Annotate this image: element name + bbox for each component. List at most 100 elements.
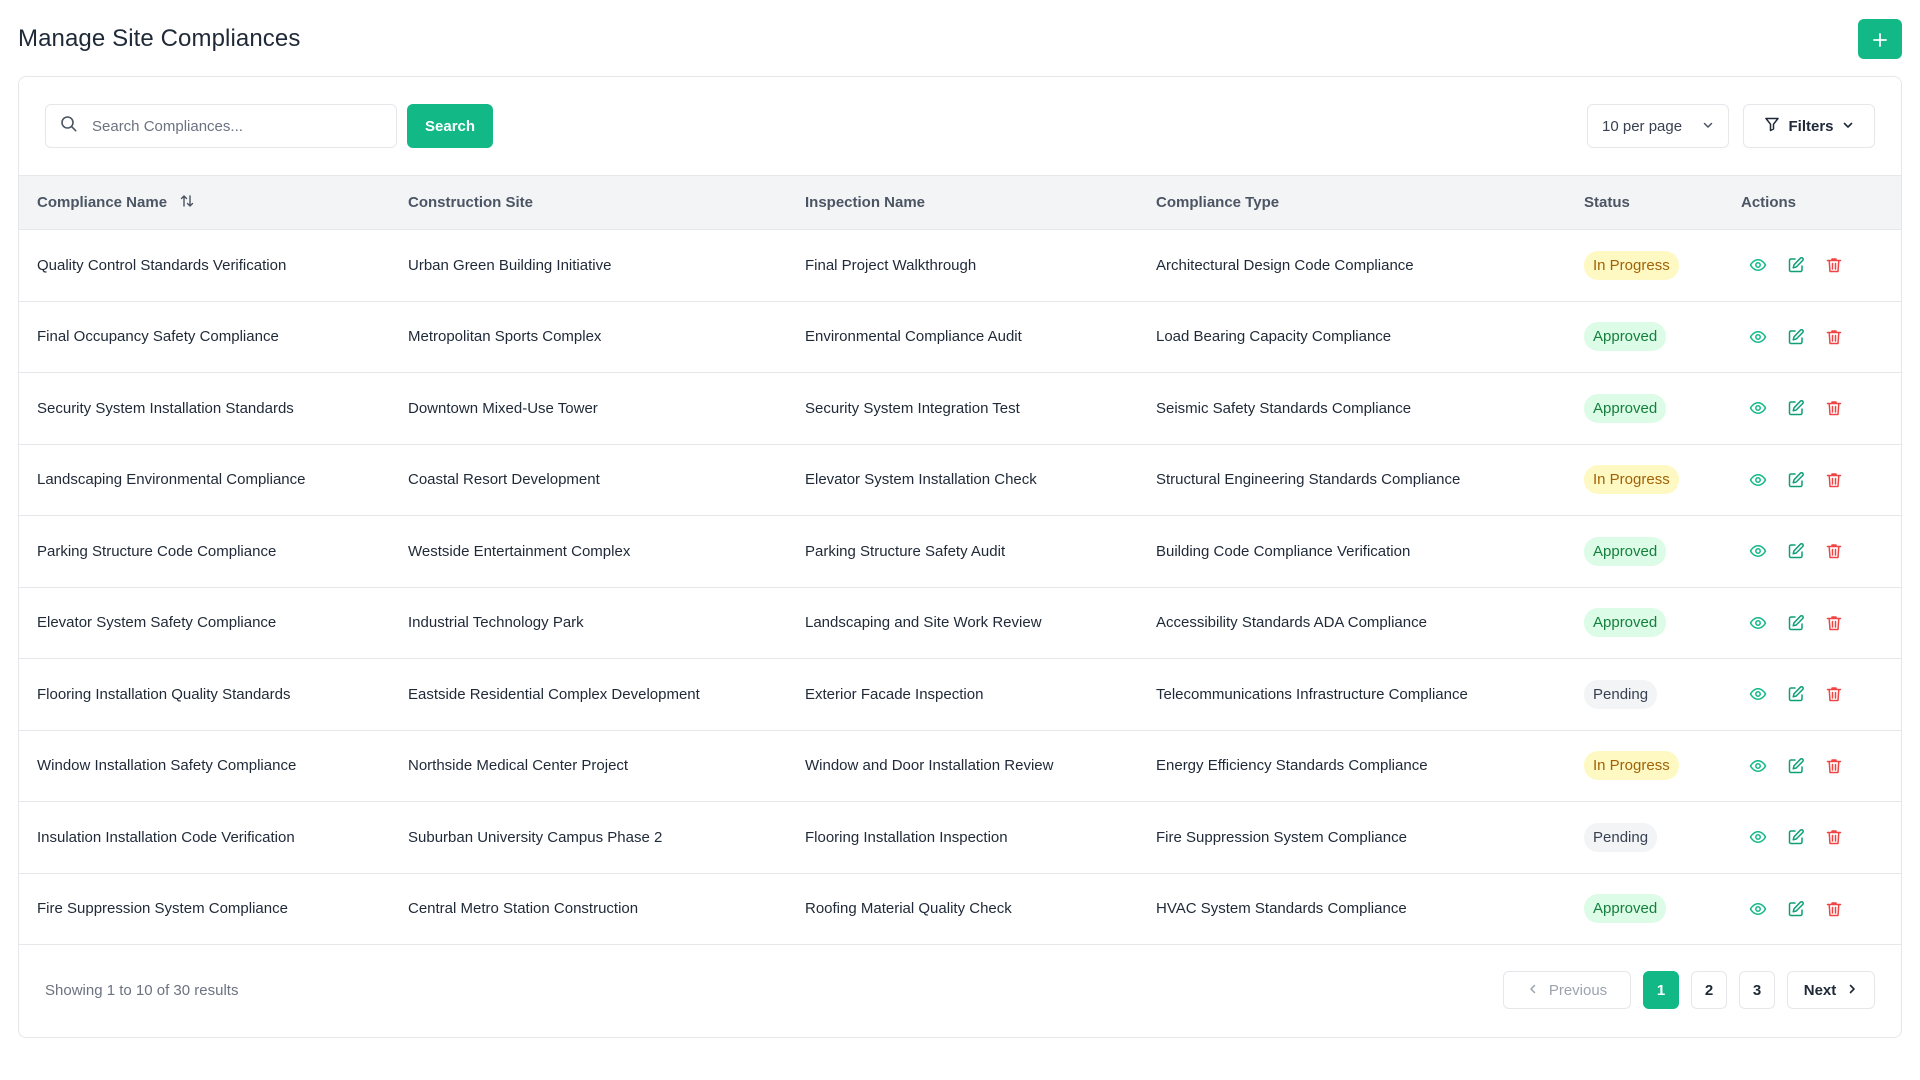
delete-icon[interactable]: [1825, 614, 1843, 632]
per-page-select[interactable]: 10 per page: [1587, 104, 1729, 148]
inspection-name-cell: Final Project Walkthrough: [805, 256, 977, 274]
delete-icon[interactable]: [1825, 399, 1843, 417]
view-icon[interactable]: [1749, 757, 1767, 775]
chevron-right-icon: [1846, 982, 1858, 999]
status-badge: Approved: [1584, 536, 1667, 566]
table-row: Landscaping Environmental Compliance Coas…: [19, 444, 1901, 516]
compliance-type-cell: Structural Engineering Standards Complia…: [1156, 471, 1461, 489]
compliance-name-cell: Quality Control Standards Verification: [37, 256, 287, 274]
edit-icon[interactable]: [1787, 828, 1805, 846]
status-badge: Approved: [1584, 322, 1667, 352]
page-3-button[interactable]: 3: [1739, 971, 1775, 1009]
status-badge: Approved: [1584, 894, 1667, 924]
view-icon[interactable]: [1749, 828, 1767, 846]
view-icon[interactable]: [1749, 256, 1767, 274]
compliance-name-cell: Window Installation Safety Compliance: [37, 757, 297, 775]
view-icon[interactable]: [1749, 542, 1767, 560]
status-cell: Approved: [1566, 516, 1723, 588]
compliance-table: Compliance Name Construction Site Inspec…: [19, 175, 1901, 945]
view-icon[interactable]: [1749, 471, 1767, 489]
toolbar: Search 10 per page Filters: [19, 77, 1901, 175]
compliance-type-cell: Energy Efficiency Standards Compliance: [1156, 757, 1428, 775]
delete-icon[interactable]: [1825, 471, 1843, 489]
status-cell: Pending: [1566, 802, 1723, 874]
compliance-type-cell: Fire Suppression System Compliance: [1156, 828, 1407, 846]
compliance-type-cell: Load Bearing Capacity Compliance: [1156, 328, 1392, 346]
previous-page-button[interactable]: Previous: [1503, 971, 1631, 1009]
edit-icon[interactable]: [1787, 685, 1805, 703]
edit-icon[interactable]: [1787, 328, 1805, 346]
table-row: Insulation Installation Code Verificatio…: [19, 802, 1901, 874]
column-header-label: Compliance Name: [37, 193, 168, 211]
edit-icon[interactable]: [1787, 471, 1805, 489]
view-icon[interactable]: [1749, 328, 1767, 346]
table-row: Fire Suppression System Compliance Centra…: [19, 873, 1901, 945]
search-input[interactable]: [92, 117, 382, 135]
page-title: Manage Site Compliances: [18, 25, 301, 52]
filters-button[interactable]: Filters: [1743, 104, 1875, 148]
construction-site-cell: Westside Entertainment Complex: [408, 542, 631, 560]
status-cell: In Progress: [1566, 230, 1723, 302]
status-cell: In Progress: [1566, 730, 1723, 802]
delete-icon[interactable]: [1825, 542, 1843, 560]
view-icon[interactable]: [1749, 685, 1767, 703]
view-icon[interactable]: [1749, 900, 1767, 918]
status-badge: In Progress: [1584, 250, 1679, 280]
actions-cell: [1723, 659, 1901, 731]
edit-icon[interactable]: [1787, 757, 1805, 775]
search-icon: [60, 115, 78, 138]
actions-cell: [1723, 802, 1901, 874]
view-icon[interactable]: [1749, 614, 1767, 632]
delete-icon[interactable]: [1825, 900, 1843, 918]
status-cell: Approved: [1566, 373, 1723, 445]
edit-icon[interactable]: [1787, 614, 1805, 632]
page-1-button[interactable]: 1: [1643, 971, 1679, 1009]
table-row: Quality Control Standards Verification Ur…: [19, 230, 1901, 302]
compliance-type-cell: Building Code Compliance Verification: [1156, 542, 1411, 560]
delete-icon[interactable]: [1825, 328, 1843, 346]
table-row: Flooring Installation Quality Standards E…: [19, 659, 1901, 731]
edit-icon[interactable]: [1787, 256, 1805, 274]
table-row: Parking Structure Code Compliance Westsid…: [19, 516, 1901, 588]
construction-site-cell: Suburban University Campus Phase 2: [408, 828, 663, 846]
table-body: Quality Control Standards Verification Ur…: [19, 230, 1901, 945]
page-2-button[interactable]: 2: [1691, 971, 1727, 1009]
construction-site-cell: Coastal Resort Development: [408, 471, 600, 489]
page-header: Manage Site Compliances: [18, 18, 1902, 60]
delete-icon[interactable]: [1825, 828, 1843, 846]
edit-icon[interactable]: [1787, 900, 1805, 918]
compliance-name-cell: Fire Suppression System Compliance: [37, 900, 288, 918]
delete-icon[interactable]: [1825, 256, 1843, 274]
column-header-actions: Actions: [1741, 194, 1797, 211]
search-button[interactable]: Search: [407, 104, 494, 148]
view-icon[interactable]: [1749, 399, 1767, 417]
compliance-name-cell: Flooring Installation Quality Standards: [37, 685, 291, 703]
compliance-name-cell: Security System Installation Standards: [37, 399, 294, 417]
construction-site-cell: Central Metro Station Construction: [408, 900, 639, 918]
construction-site-cell: Industrial Technology Park: [408, 614, 584, 632]
next-page-button[interactable]: Next: [1787, 971, 1875, 1009]
inspection-name-cell: Landscaping and Site Work Review: [805, 614, 1042, 632]
compliance-type-cell: Telecommunications Infrastructure Compli…: [1156, 685, 1468, 703]
table-row: Security System Installation Standards Do…: [19, 373, 1901, 445]
per-page-value: 10 per page: [1602, 117, 1683, 135]
actions-cell: [1723, 373, 1901, 445]
edit-icon[interactable]: [1787, 399, 1805, 417]
search-box[interactable]: [45, 104, 397, 148]
compliance-name-cell: Final Occupancy Safety Compliance: [37, 328, 279, 346]
column-header-compliance-name[interactable]: Compliance Name: [19, 176, 390, 230]
actions-cell: [1723, 444, 1901, 516]
actions-cell: [1723, 587, 1901, 659]
status-badge: Pending: [1584, 679, 1658, 709]
column-header-construction-site: Construction Site: [408, 194, 534, 211]
delete-icon[interactable]: [1825, 685, 1843, 703]
delete-icon[interactable]: [1825, 757, 1843, 775]
edit-icon[interactable]: [1787, 542, 1805, 560]
page: Manage Site Compliances Search 10 per pa…: [0, 0, 1920, 1080]
construction-site-cell: Eastside Residential Complex Development: [408, 685, 700, 703]
status-badge: Approved: [1584, 393, 1667, 423]
compliance-name-cell: Elevator System Safety Compliance: [37, 614, 277, 632]
inspection-name-cell: Roofing Material Quality Check: [805, 900, 1012, 918]
sort-icon[interactable]: [179, 193, 195, 213]
add-compliance-button[interactable]: [1858, 19, 1902, 59]
